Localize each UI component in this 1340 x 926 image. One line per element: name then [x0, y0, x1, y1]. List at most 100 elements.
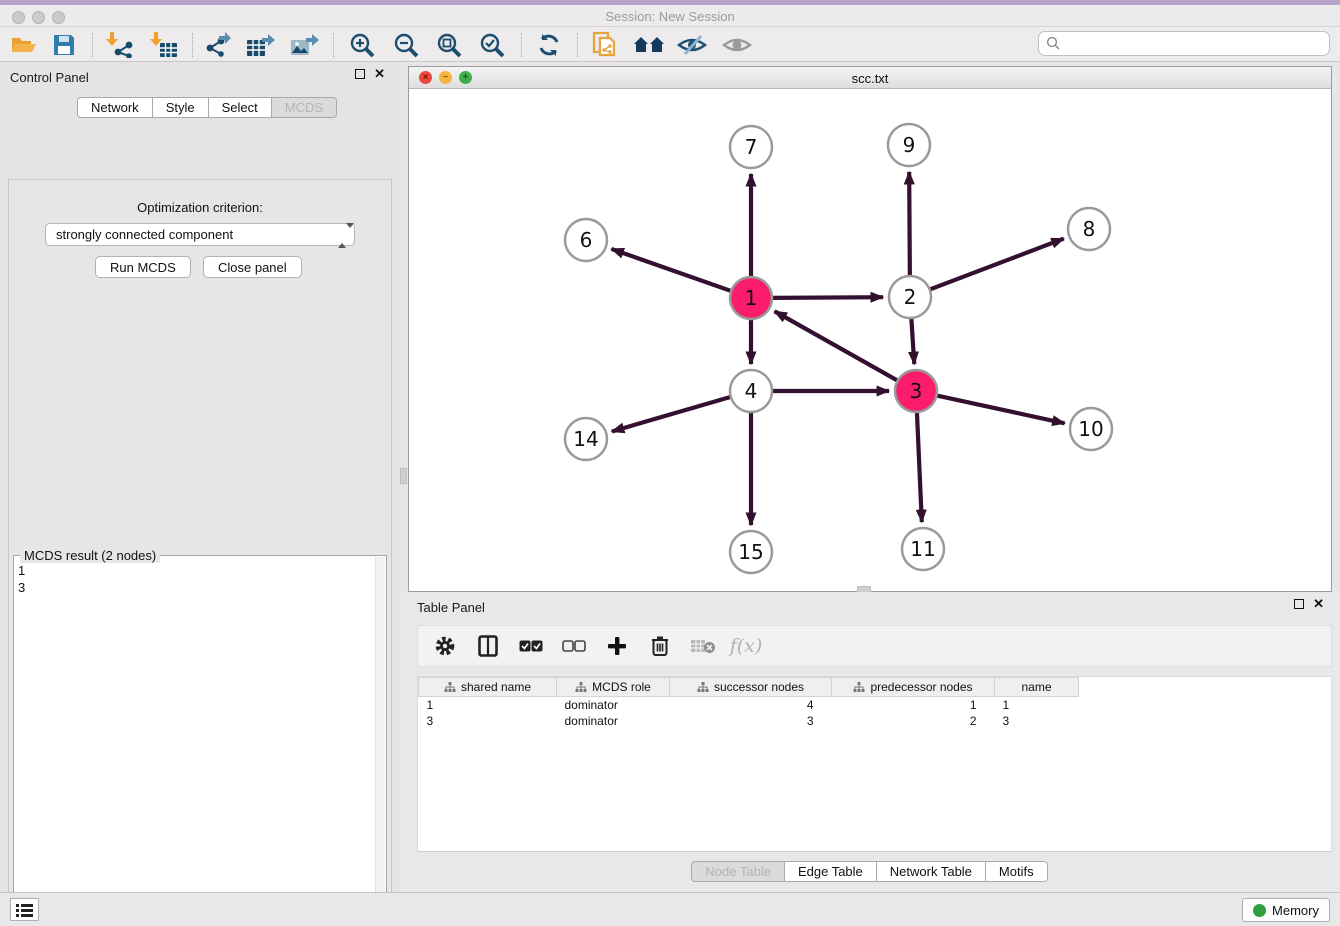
- deselect-all-checkboxes-button[interactable]: [561, 640, 587, 653]
- open-session-button[interactable]: [6, 30, 42, 60]
- save-session-button[interactable]: [46, 30, 82, 60]
- column-type-icon: [697, 682, 709, 693]
- graph-node-label: 10: [1078, 417, 1103, 441]
- show-column-button[interactable]: [475, 635, 501, 657]
- cell-predecessor-nodes[interactable]: 1: [832, 697, 995, 713]
- delete-column-button[interactable]: [647, 635, 673, 657]
- tab-motifs[interactable]: Motifs: [986, 861, 1048, 882]
- export-table-icon: [246, 32, 276, 58]
- graph-edge-3-11[interactable]: [917, 413, 922, 522]
- mcds-result-scrollbar[interactable]: [375, 557, 385, 893]
- zoom-selected-button[interactable]: [474, 30, 510, 60]
- table-header-row: shared name MCDS role successor nodes pr…: [419, 678, 1079, 697]
- network-canvas[interactable]: 1234678910111415: [409, 89, 1331, 591]
- table-panel-tabs: Node Table Edge Table Network Table Moti…: [399, 861, 1340, 882]
- main-titlebar[interactable]: Session: New Session: [0, 5, 1340, 27]
- network-window-titlebar[interactable]: × − + scc.txt: [409, 67, 1331, 89]
- memory-status-icon: [1253, 904, 1266, 917]
- export-table-button[interactable]: [243, 30, 279, 60]
- graph-edge-2-8[interactable]: [931, 239, 1064, 290]
- application-window: Session: New Session: [0, 0, 1340, 926]
- cell-mcds-role[interactable]: dominator: [557, 713, 670, 729]
- tab-edge-table[interactable]: Edge Table: [785, 861, 877, 882]
- export-image-button[interactable]: [287, 30, 323, 60]
- table-row[interactable]: 3 dominator 3 2 3: [419, 713, 1079, 729]
- refresh-layout-button[interactable]: [531, 30, 567, 60]
- import-network-button[interactable]: [102, 30, 138, 60]
- mcds-result-line: 3: [18, 579, 25, 596]
- cell-successor-nodes[interactable]: 3: [670, 713, 832, 729]
- control-panel-tabs: Network Style Select MCDS: [77, 97, 337, 118]
- toolbar-separator: [521, 33, 522, 57]
- refresh-icon: [536, 32, 562, 58]
- optimization-criterion-label: Optimization criterion:: [9, 200, 391, 215]
- toolbar-separator: [192, 33, 193, 57]
- cell-shared-name[interactable]: 1: [419, 697, 557, 713]
- graph-edge-3-10[interactable]: [937, 396, 1064, 424]
- plus-icon: [607, 636, 627, 656]
- column-header-shared-name[interactable]: shared name: [419, 678, 557, 697]
- control-panel-window-buttons: ✕: [355, 69, 385, 79]
- show-all-button[interactable]: [719, 30, 755, 60]
- add-column-button[interactable]: [604, 636, 630, 656]
- cell-predecessor-nodes[interactable]: 2: [832, 713, 995, 729]
- close-panel-button[interactable]: Close panel: [203, 256, 302, 278]
- delete-table-button[interactable]: [690, 638, 716, 654]
- zoom-out-button[interactable]: [388, 30, 424, 60]
- cell-name[interactable]: 3: [995, 713, 1079, 729]
- export-network-button[interactable]: [200, 30, 236, 60]
- column-header-mcds-role[interactable]: MCDS role: [557, 678, 670, 697]
- export-network-icon: [203, 32, 233, 58]
- criterion-dropdown[interactable]: strongly connected component: [45, 223, 355, 246]
- network-window-title: scc.txt: [409, 71, 1331, 86]
- search-field-wrap: [1038, 31, 1330, 56]
- cell-successor-nodes[interactable]: 4: [670, 697, 832, 713]
- graph-edge-3-1[interactable]: [775, 311, 897, 380]
- graph-edge-4-14[interactable]: [612, 397, 730, 431]
- run-mcds-button[interactable]: Run MCDS: [95, 256, 191, 278]
- clone-network-button[interactable]: [588, 30, 624, 60]
- tab-style[interactable]: Style: [153, 97, 209, 118]
- column-type-icon: [575, 682, 587, 693]
- table-row[interactable]: 1 dominator 4 1 1: [419, 697, 1079, 713]
- tab-network[interactable]: Network: [77, 97, 153, 118]
- dropdown-stepper-icon: [338, 228, 347, 242]
- graph-edge-2-9[interactable]: [909, 172, 910, 275]
- column-header-predecessor-nodes[interactable]: predecessor nodes: [832, 678, 995, 697]
- cell-mcds-role[interactable]: dominator: [557, 697, 670, 713]
- column-header-name[interactable]: name: [995, 678, 1079, 697]
- trash-icon: [651, 635, 669, 657]
- table-options-gear-button[interactable]: [432, 635, 458, 657]
- cell-shared-name[interactable]: 3: [419, 713, 557, 729]
- zoom-in-button[interactable]: [344, 30, 380, 60]
- tab-mcds[interactable]: MCDS: [272, 97, 337, 118]
- search-input[interactable]: [1038, 31, 1330, 56]
- status-bar: Memory: [0, 892, 1340, 926]
- select-all-checkboxes-button[interactable]: [518, 640, 544, 653]
- node-table-body[interactable]: shared name MCDS role successor nodes pr…: [417, 676, 1332, 852]
- graph-edge-2-3[interactable]: [911, 319, 914, 364]
- network-view-window: × − + scc.txt 1234678910111415: [408, 66, 1332, 592]
- memory-button[interactable]: Memory: [1242, 898, 1330, 922]
- task-history-button[interactable]: [10, 898, 39, 921]
- close-panel-icon[interactable]: ✕: [374, 69, 385, 79]
- import-table-button[interactable]: [146, 30, 182, 60]
- zoom-fit-button[interactable]: [431, 30, 467, 60]
- hide-selected-button[interactable]: [674, 30, 710, 60]
- control-panel: Control Panel ✕ Network Style Select MCD…: [0, 62, 399, 892]
- tab-node-table[interactable]: Node Table: [691, 861, 785, 882]
- zoom-selected-icon: [479, 32, 505, 58]
- two-houses-icon: [633, 34, 665, 56]
- float-panel-icon[interactable]: [1294, 599, 1304, 609]
- float-panel-icon[interactable]: [355, 69, 365, 79]
- cell-name[interactable]: 1: [995, 697, 1079, 713]
- first-neighbors-button[interactable]: [631, 30, 667, 60]
- tab-network-table[interactable]: Network Table: [877, 861, 986, 882]
- graph-edge-1-2[interactable]: [773, 297, 883, 298]
- column-header-successor-nodes[interactable]: successor nodes: [670, 678, 832, 697]
- function-builder-button[interactable]: f(x): [733, 635, 759, 657]
- close-panel-icon[interactable]: ✕: [1313, 599, 1324, 609]
- tab-select[interactable]: Select: [209, 97, 272, 118]
- splitter-grip[interactable]: [400, 468, 407, 484]
- graph-edge-1-6[interactable]: [611, 249, 730, 291]
